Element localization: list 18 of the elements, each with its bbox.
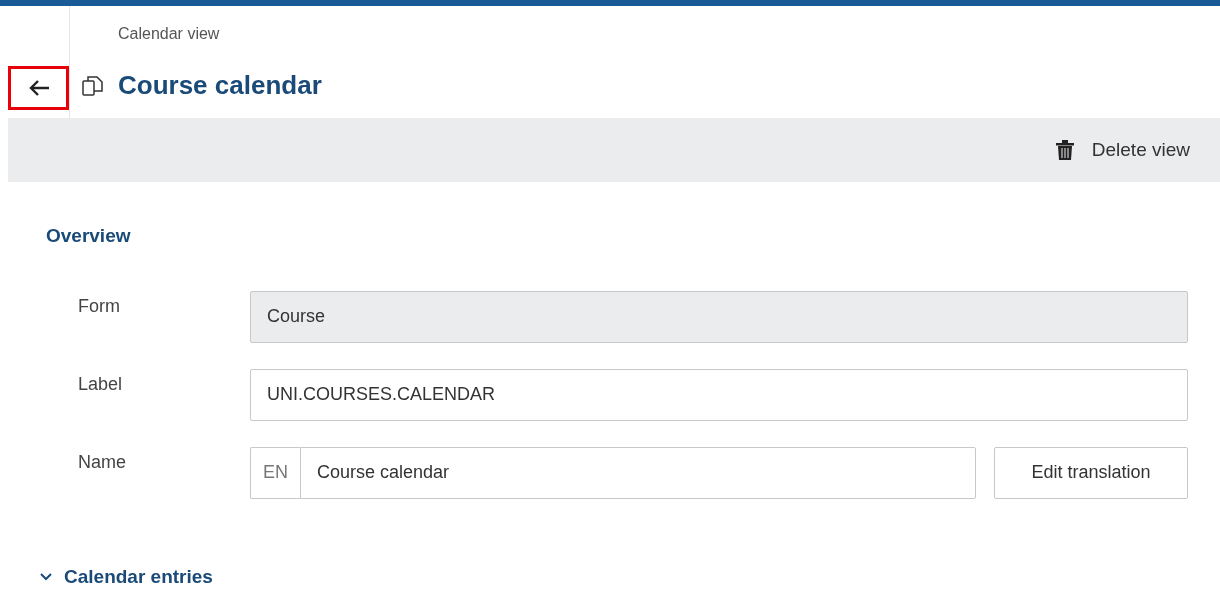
label-field[interactable]: UNI.COURSES.CALENDAR (250, 368, 1188, 421)
name-field[interactable]: Course calendar (300, 446, 976, 499)
chevron-icon (40, 572, 52, 581)
edit-translation-button[interactable]: Edit translation (994, 446, 1188, 499)
back-arrow-icon (27, 79, 50, 97)
section-toggle[interactable]: Calendar entries (40, 562, 213, 591)
field-label: Name (77, 450, 127, 474)
trash-icon (1055, 140, 1074, 160)
field-label: Form (77, 294, 121, 318)
section-heading: Overview (46, 225, 131, 246)
delete-view-button[interactable]: Delete view (1055, 135, 1190, 165)
copy-icon (82, 75, 104, 96)
back-button[interactable] (8, 66, 69, 110)
language-code: EN (250, 446, 300, 499)
page-title: Course calendar (118, 69, 322, 102)
field-label: Label (77, 372, 124, 396)
form-field[interactable]: Course (250, 290, 1188, 343)
breadcrumb: Calendar view (117, 24, 221, 44)
